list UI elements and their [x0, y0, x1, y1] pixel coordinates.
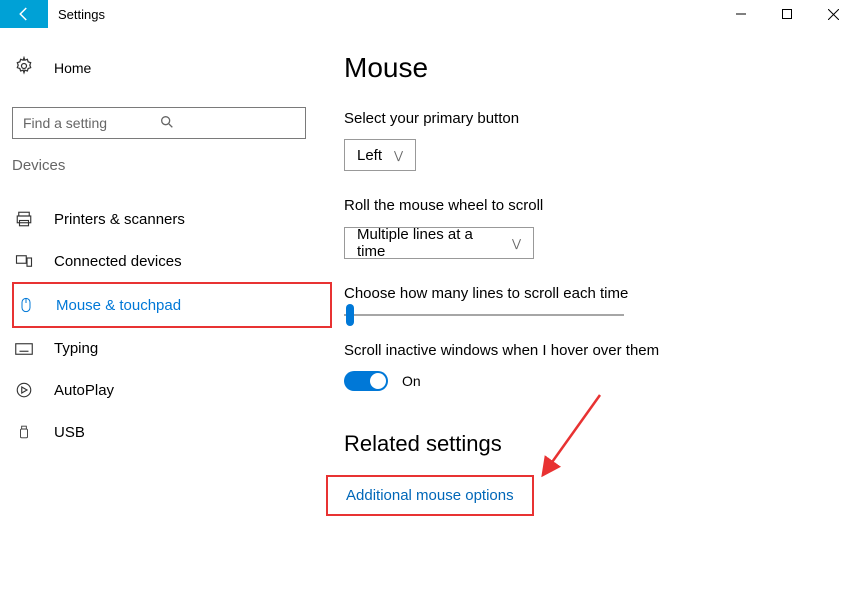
usb-icon: [14, 423, 34, 441]
lines-scroll-label: Choose how many lines to scroll each tim…: [344, 285, 659, 302]
window-title: Settings: [48, 7, 105, 22]
lines-slider[interactable]: [344, 314, 624, 316]
chevron-down-icon: ⋁: [394, 149, 403, 162]
sidebar-item-autoplay[interactable]: AutoPlay: [12, 369, 332, 411]
primary-button-label: Select your primary button: [344, 110, 659, 127]
gear-icon: [14, 56, 34, 79]
slider-thumb[interactable]: [346, 304, 354, 326]
search-placeholder: Find a setting: [23, 115, 159, 131]
inactive-toggle[interactable]: [344, 371, 388, 391]
related-heading: Related settings: [344, 431, 659, 457]
search-icon: [159, 114, 295, 133]
autoplay-icon: [14, 381, 34, 399]
select-value: Multiple lines at a time: [357, 226, 500, 260]
nav-label: AutoPlay: [54, 382, 114, 399]
back-button[interactable]: [0, 0, 48, 28]
sidebar-item-printers[interactable]: Printers & scanners: [12, 198, 332, 240]
printer-icon: [14, 210, 34, 228]
maximize-button[interactable]: [764, 0, 810, 28]
page-title: Mouse: [344, 52, 659, 84]
devices-icon: [14, 252, 34, 270]
close-button[interactable]: [810, 0, 856, 28]
home-label: Home: [54, 60, 91, 76]
sidebar-item-usb[interactable]: USB: [12, 411, 332, 453]
nav-label: Connected devices: [54, 253, 182, 270]
nav-label: Printers & scanners: [54, 211, 185, 228]
toggle-state: On: [402, 373, 421, 389]
search-input[interactable]: Find a setting: [12, 107, 306, 139]
nav-label: USB: [54, 424, 85, 441]
select-value: Left: [357, 147, 382, 164]
nav-label: Typing: [54, 340, 98, 357]
sidebar-item-typing[interactable]: Typing: [12, 328, 332, 369]
sidebar-item-mouse[interactable]: Mouse & touchpad: [12, 282, 332, 328]
toggle-knob: [370, 373, 386, 389]
wheel-scroll-label: Roll the mouse wheel to scroll: [344, 197, 659, 214]
inactive-windows-label: Scroll inactive windows when I hover ove…: [344, 342, 659, 359]
keyboard-icon: [14, 342, 34, 356]
additional-mouse-link[interactable]: Additional mouse options: [346, 487, 514, 504]
chevron-down-icon: ⋁: [512, 237, 521, 250]
primary-button-select[interactable]: Left ⋁: [344, 139, 416, 171]
home-link[interactable]: Home: [12, 52, 332, 83]
minimize-button[interactable]: [718, 0, 764, 28]
wheel-scroll-select[interactable]: Multiple lines at a time ⋁: [344, 227, 534, 259]
mouse-icon: [16, 296, 36, 314]
category-header: Devices: [12, 157, 332, 174]
nav-label: Mouse & touchpad: [56, 297, 181, 314]
sidebar-item-connected[interactable]: Connected devices: [12, 240, 332, 282]
